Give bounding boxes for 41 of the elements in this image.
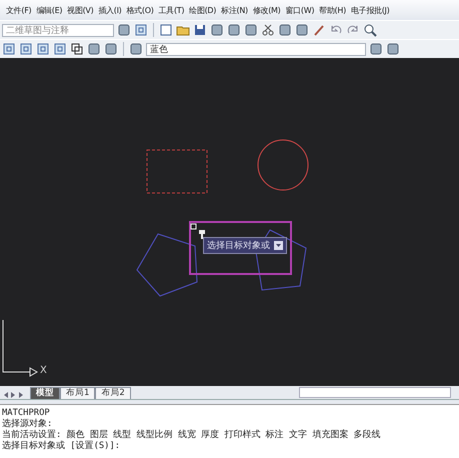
pentagon [136,233,198,297]
menu-item[interactable]: 格式(O) [126,4,154,16]
menu-item[interactable]: 修改(M) [252,4,280,16]
grid-icon[interactable] [19,42,33,56]
workspace-dropdown[interactable]: 二维草图与注释 [2,24,114,36]
axis-label: X [40,365,47,376]
command-line: 选择源对象: [2,419,54,430]
squares-icon[interactable] [70,42,84,56]
circle [258,140,308,190]
command-line: 选择目标对象或 [设置(S)]: [2,441,122,452]
ucs-axis-icon [2,320,38,377]
tooltip-text: 选择目标对象或 [207,240,270,252]
menu-item[interactable]: 电子报批(J) [350,4,390,16]
pickbox-icon [190,224,196,230]
horizontal-scrollbar[interactable] [299,387,451,398]
menu-item[interactable]: 编辑(E) [36,4,62,16]
menu-item[interactable]: 工具(T) [158,4,184,16]
dashed-rectangle [146,150,208,194]
down-arrow-icon[interactable] [274,241,283,250]
command-line: MATCHPROP [2,408,51,418]
command-line: 当前活动设置: 颜色 图层 线型 线型比例 线宽 厚度 打印样式 标注 文字 填充图案 多段线 [2,430,382,440]
menu-item[interactable]: 文件(F) [6,4,32,16]
layout-tab[interactable]: 布局1 [60,387,96,399]
grid-icon[interactable] [134,23,148,37]
grid-icon[interactable] [2,42,16,56]
layout-tab[interactable]: 布局2 [95,387,131,399]
paintbrush-cursor-icon [199,230,205,239]
menu-item[interactable]: 视图(V) [67,4,94,16]
grid-icon[interactable] [53,42,67,56]
menu-item[interactable]: 帮助(H) [319,4,346,16]
grid-icon[interactable] [36,42,50,56]
layer-dropdown[interactable]: 蓝色 [146,42,366,56]
menu-item[interactable]: 绘图(D) [189,4,216,16]
zoom-icon[interactable] [363,23,377,37]
menu-item[interactable]: 插入(I) [98,4,122,16]
brush-icon[interactable] [312,23,326,37]
layout-tab[interactable]: 模型 [30,387,60,399]
menu-item[interactable]: 窗口(W) [285,4,314,16]
menu-item[interactable]: 标注(N) [221,4,248,16]
scissors-icon[interactable] [261,23,275,37]
document-icon[interactable] [159,23,173,37]
